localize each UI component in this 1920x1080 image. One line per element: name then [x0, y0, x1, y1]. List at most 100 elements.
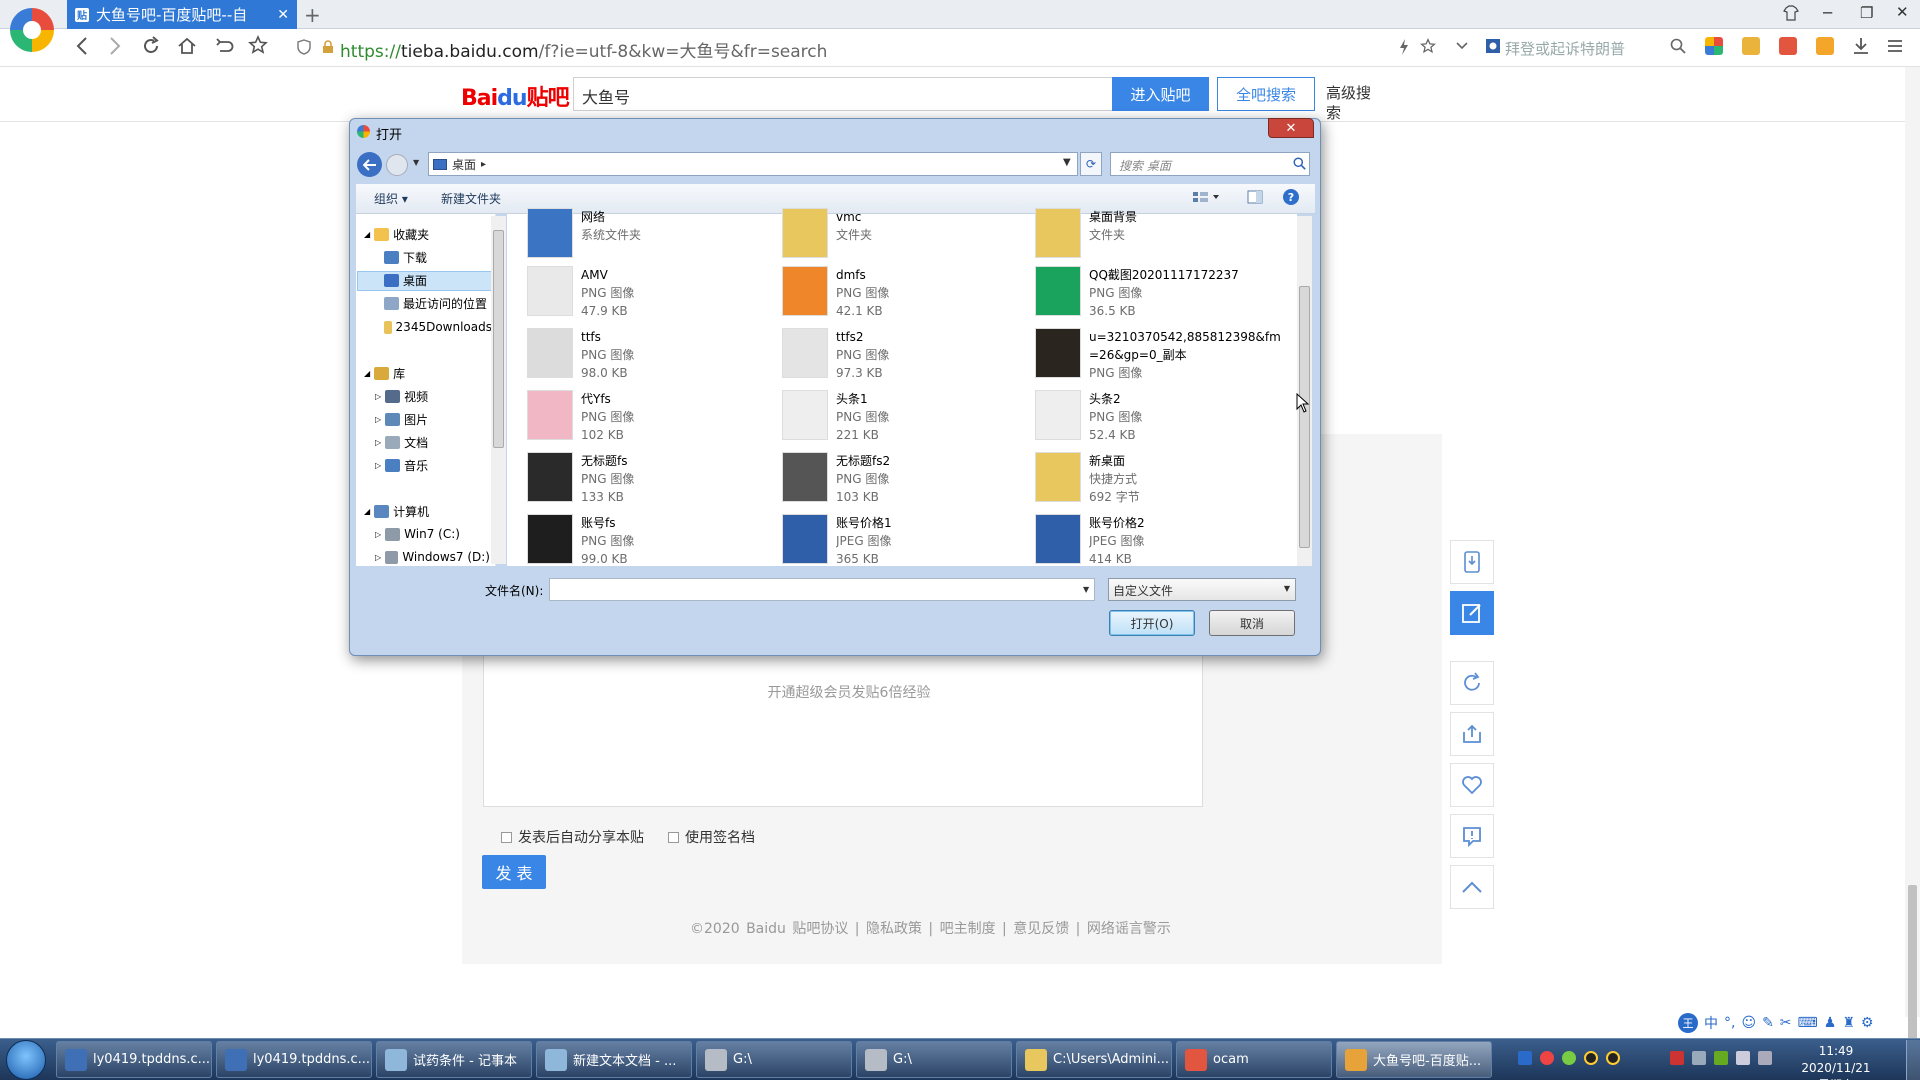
taskbar-button[interactable]: 新建文本文档 - ...: [536, 1041, 692, 1078]
search-icon[interactable]: [1670, 38, 1686, 54]
window-close-button[interactable]: ✕: [1896, 3, 1909, 21]
app-tray-icon[interactable]: [1670, 1051, 1684, 1065]
file-item[interactable]: 头条2 PNG 图像 52.4 KB: [1035, 390, 1287, 450]
expand-arrow-icon[interactable]: ◢: [364, 230, 370, 239]
undo-icon[interactable]: [214, 36, 234, 56]
back-icon[interactable]: [75, 36, 89, 56]
usb-icon[interactable]: [1692, 1051, 1706, 1065]
tree-2345downloads[interactable]: 2345Downloads: [384, 318, 492, 336]
tree-desktop[interactable]: 桌面: [384, 271, 427, 289]
back-to-top-button[interactable]: [1450, 865, 1494, 909]
url-text[interactable]: https://tieba.baidu.com/f?ie=utf-8&kw=大鱼…: [340, 37, 827, 62]
home-icon[interactable]: [177, 36, 197, 56]
nvidia-icon[interactable]: [1714, 1051, 1728, 1065]
compose-button[interactable]: [1450, 591, 1494, 635]
help-icon[interactable]: ?: [1283, 189, 1299, 205]
tree-videos[interactable]: ▷ 视频: [375, 387, 428, 405]
expand-arrow-icon[interactable]: ◢: [364, 369, 370, 378]
windows-start-icon[interactable]: [6, 1040, 46, 1080]
file-item[interactable]: ttfs PNG 图像 98.0 KB: [527, 328, 779, 388]
extension-icon[interactable]: [1816, 37, 1834, 55]
download-app-button[interactable]: [1450, 540, 1494, 584]
refresh-page-button[interactable]: [1450, 661, 1494, 705]
ime-toolbar[interactable]: 王 中 °, ☺ ✎ ✂ ⌨ ♟ ♜ ⚙: [1672, 1010, 1917, 1036]
file-item[interactable]: 无标题fs PNG 图像 133 KB: [527, 452, 779, 512]
breadcrumb[interactable]: 桌面 ▸: [428, 152, 1078, 176]
taskbar-button[interactable]: G:\: [696, 1041, 852, 1078]
chevron-down-icon[interactable]: [1455, 40, 1469, 52]
file-item[interactable]: 桌面背景 文件夹: [1035, 208, 1287, 268]
scissors-icon[interactable]: ✂: [1780, 1015, 1792, 1031]
network-icon[interactable]: [1562, 1051, 1576, 1065]
show-desktop-button[interactable]: [1906, 1040, 1920, 1080]
dialog-close-button[interactable]: ✕: [1268, 118, 1314, 138]
shirt-icon[interactable]: ♜: [1842, 1015, 1855, 1031]
tree-pictures[interactable]: ▷ 图片: [375, 410, 428, 428]
apps-icon[interactable]: [1705, 37, 1723, 55]
qq-icon[interactable]: [1606, 1051, 1620, 1065]
extension-icon[interactable]: [1742, 37, 1760, 55]
view-options-icon[interactable]: [1192, 190, 1222, 204]
file-item[interactable]: 账号价格1 JPEG 图像 365 KB: [782, 514, 1034, 574]
punctuation-icon[interactable]: °,: [1724, 1015, 1735, 1031]
taskbar-button[interactable]: 试药条件 - 记事本: [376, 1041, 532, 1078]
ime-logo-icon[interactable]: 王: [1678, 1013, 1698, 1033]
tree-drive-d[interactable]: ▷ Windows7 (D:): [375, 548, 490, 566]
tree-documents[interactable]: ▷ 文档: [375, 433, 428, 451]
shirt-skin-icon[interactable]: [1783, 5, 1799, 21]
file-item[interactable]: u=3210370542,885812398&fm=26&gp=0_副本 PNG …: [1035, 328, 1287, 388]
tree-music[interactable]: ▷ 音乐: [375, 456, 428, 474]
taskbar-button[interactable]: G:\: [856, 1041, 1012, 1078]
file-item[interactable]: ttfs2 PNG 图像 97.3 KB: [782, 328, 1034, 388]
checkbox-box[interactable]: [668, 831, 679, 843]
advanced-search-link[interactable]: 高级搜索: [1326, 83, 1378, 123]
file-item[interactable]: dmfs PNG 图像 42.1 KB: [782, 266, 1034, 326]
search-box-placeholder[interactable]: 拜登或起诉特朗普: [1505, 38, 1625, 59]
filetype-select[interactable]: 自定义文件 ▼: [1108, 578, 1296, 601]
history-dropdown-icon[interactable]: ▼: [413, 158, 419, 167]
dialog-refresh-button[interactable]: ⟳: [1080, 152, 1102, 176]
tree-libraries[interactable]: ◢ 库: [364, 364, 405, 382]
file-item[interactable]: 网络 系统文件夹: [527, 208, 779, 268]
menu-icon[interactable]: [1887, 39, 1903, 53]
restore-button[interactable]: ❐: [1860, 4, 1873, 22]
gear-icon[interactable]: ⚙: [1861, 1015, 1874, 1031]
auto-share-checkbox[interactable]: 发表后自动分享本贴: [501, 827, 644, 847]
file-scrollbar[interactable]: [1297, 216, 1312, 566]
tree-computer[interactable]: ◢ 计算机: [364, 502, 429, 520]
file-item[interactable]: 账号fs PNG 图像 99.0 KB: [527, 514, 779, 574]
forward-icon[interactable]: [108, 36, 122, 56]
star-icon[interactable]: [248, 35, 268, 55]
open-button[interactable]: 打开(O): [1109, 610, 1195, 636]
scrollbar-thumb[interactable]: [1299, 286, 1310, 548]
taskbar-button[interactable]: ly0419.tpddns.c...: [216, 1041, 372, 1078]
download-icon[interactable]: [1852, 37, 1870, 55]
breadcrumb-desktop[interactable]: 桌面: [452, 156, 476, 173]
user-icon[interactable]: ♟: [1824, 1015, 1837, 1031]
checkbox-box[interactable]: [501, 831, 512, 843]
pen-icon[interactable]: ✎: [1762, 1015, 1774, 1031]
new-tab-button[interactable]: +: [304, 3, 321, 27]
favorite-button[interactable]: [1450, 763, 1494, 807]
shield-icon[interactable]: [297, 39, 311, 55]
address-dropdown-icon[interactable]: ▼: [1063, 157, 1071, 168]
file-item[interactable]: vmc 文件夹: [782, 208, 1034, 268]
scrollbar-thumb[interactable]: [493, 230, 504, 448]
file-item[interactable]: AMV PNG 图像 47.9 KB: [527, 266, 779, 326]
all-search-button[interactable]: 全吧搜索: [1217, 77, 1315, 111]
share-button[interactable]: [1450, 712, 1494, 756]
expand-arrow-icon[interactable]: ▷: [375, 553, 381, 562]
volume-icon[interactable]: [1736, 1051, 1750, 1065]
expand-arrow-icon[interactable]: ▷: [375, 530, 381, 539]
ime-tray-icon[interactable]: [1518, 1051, 1532, 1065]
tree-drive-c[interactable]: ▷ Win7 (C:): [375, 525, 460, 543]
expand-arrow-icon[interactable]: ◢: [364, 507, 370, 516]
tree-downloads[interactable]: 下载: [384, 248, 427, 266]
file-item[interactable]: 新桌面 快捷方式 692 字节: [1035, 452, 1287, 512]
search-engine-icon[interactable]: [1485, 38, 1501, 54]
dialog-search-icon[interactable]: [1293, 157, 1306, 170]
taskbar-button[interactable]: 大鱼号吧-百度贴...: [1336, 1041, 1492, 1078]
nav-scrollbar[interactable]: [491, 216, 506, 564]
dialog-search-input[interactable]: 搜索 桌面: [1110, 152, 1310, 176]
enter-tieba-button[interactable]: 进入贴吧: [1112, 77, 1209, 111]
